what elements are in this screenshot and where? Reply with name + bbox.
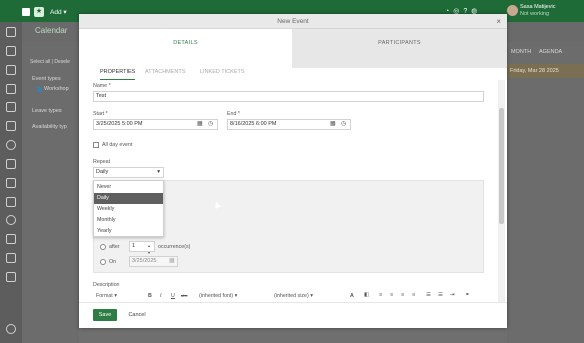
properties-subtabs: PROPERTIES ATTACHMENTS LINKED TICKETS [93,68,493,80]
megaphone-icon[interactable] [6,197,16,207]
on-label: On [109,259,117,265]
repeat-label: Repeat [93,159,111,165]
format-select[interactable]: Format ▾ [96,293,117,299]
clock-icon[interactable]: ◷ [341,121,346,128]
close-icon[interactable]: × [496,17,501,26]
repeat-select[interactable]: Daily ▾ [93,167,164,178]
workshop-filter[interactable]: Workshop [44,86,69,92]
search-icon[interactable] [6,140,16,150]
highlight-icon[interactable]: ◧ [364,292,369,298]
caret-down-icon: ▾ [157,169,160,175]
phone-icon[interactable] [6,234,16,244]
align-right-icon[interactable]: ≡ [401,292,404,298]
document-icon[interactable] [6,27,16,37]
calendar-view-panel: MONTH AGENDA Friday, Mar 28 2025 [507,42,584,343]
scrollbar-thumb[interactable] [499,108,504,224]
tab-participants[interactable]: PARTICIPANTS [292,29,507,68]
end-label: End * [227,111,240,117]
repeat-option-daily[interactable]: Daily [94,193,163,204]
align-center-icon[interactable]: ≡ [390,292,393,298]
date-header: Friday, Mar 28 2025 [507,64,584,78]
save-button[interactable]: Save [93,309,117,321]
calculator-icon[interactable] [6,121,16,131]
after-radio[interactable] [100,244,106,250]
left-nav-rail [0,22,22,343]
strikethrough-button[interactable]: abc [181,293,187,298]
form-scrollbar[interactable] [498,80,505,306]
font-family-select[interactable]: (inherited font) ▾ [199,293,237,299]
file-icon[interactable] [6,253,16,263]
avatar[interactable] [507,5,518,16]
chart-icon[interactable] [6,159,16,169]
calendar-icon[interactable]: ▦ [197,121,203,128]
leave-types-header[interactable]: Leave types [32,108,62,114]
bold-button[interactable]: B [148,293,152,299]
occurrences-stepper[interactable]: 1 [129,241,155,252]
bullet-list-icon[interactable]: ☰ [426,292,431,298]
repeat-option-yearly[interactable]: Yearly [94,226,163,237]
repeat-option-never[interactable]: Never [94,182,163,193]
select-all-link[interactable]: Select all | Desele [30,59,70,65]
gear-icon[interactable] [6,324,16,334]
subtab-linked-tickets[interactable]: LINKED TICKETS [200,68,245,80]
home-icon[interactable] [22,8,30,16]
workshop-color-swatch [37,87,42,92]
view-agenda-button[interactable]: AGENDA [539,49,562,55]
user-info[interactable]: Sasa Matijevic Not working [520,4,555,18]
indent-icon[interactable]: ⇥ [450,292,454,298]
justify-icon[interactable]: ≡ [412,292,415,298]
graduation-icon[interactable] [6,84,16,94]
grid-icon[interactable] [6,46,16,56]
subtab-attachments[interactable]: ATTACHMENTS [145,68,185,80]
align-left-icon[interactable]: ≡ [379,292,382,298]
calendar-icon[interactable]: ▦ [330,121,336,128]
user-name: Sasa Matijevic [520,4,556,10]
availability-types-header[interactable]: Availability typ [32,124,67,130]
dialog-title: New Event [277,18,309,25]
repeat-option-weekly[interactable]: Weekly [94,204,163,215]
calendar-icon[interactable] [6,102,16,112]
user-status: Not working [520,11,550,17]
clipboard-icon[interactable] [6,65,16,75]
calendar-icon[interactable]: ▦ [169,258,175,265]
event-types-header[interactable]: Event types [32,76,61,82]
cancel-button[interactable]: Cancel [123,309,151,321]
subtab-properties[interactable]: PROPERTIES [100,68,136,80]
block-icon[interactable] [6,215,16,225]
font-size-select[interactable]: (inherited size) ▾ [274,293,313,299]
link-icon[interactable]: ⚭ [465,292,469,298]
dialog-footer: Save Cancel [79,302,507,328]
view-month-button[interactable]: MONTH [511,49,531,55]
stepper-arrows-icon[interactable]: ▴ ▾ [148,242,150,256]
font-color-button[interactable]: A [350,293,354,299]
name-field[interactable]: Test [93,91,484,102]
description-label: Description [93,282,120,288]
dialog-tabs: DETAILS PARTICIPANTS [79,29,507,68]
name-label: Name * [93,83,111,89]
after-label: after [109,244,120,250]
repeat-option-monthly[interactable]: Monthly [94,215,163,226]
underline-button[interactable]: U [171,293,175,299]
shield-icon[interactable] [6,272,16,282]
clock-icon[interactable]: ◷ [208,121,213,128]
all-day-label: All day event [102,142,133,148]
new-event-dialog: New Event × DETAILS PARTICIPANTS PROPERT… [79,14,507,328]
add-label: Add [50,9,62,16]
dialog-header: New Event × [79,14,507,29]
calendar-filter-panel: Select all | Desele Event types Workshop… [22,42,79,343]
occurrences-label: occurrence(s) [158,244,191,250]
add-button[interactable]: Add ▾ [50,8,67,16]
page-title: Calendar [35,26,68,35]
repeat-dropdown-list: Never Daily Weekly Monthly Yearly [93,180,164,237]
italic-button[interactable]: I [160,293,161,299]
chat-icon[interactable] [6,178,16,188]
star-icon[interactable]: ★ [34,7,44,17]
numbered-list-icon[interactable]: ☰ [438,292,443,298]
on-date-radio[interactable] [100,259,106,265]
all-day-checkbox[interactable] [93,142,99,148]
repeat-selected-value: Daily [96,169,109,175]
start-label: Start * [93,111,108,117]
tab-details[interactable]: DETAILS [79,29,292,68]
